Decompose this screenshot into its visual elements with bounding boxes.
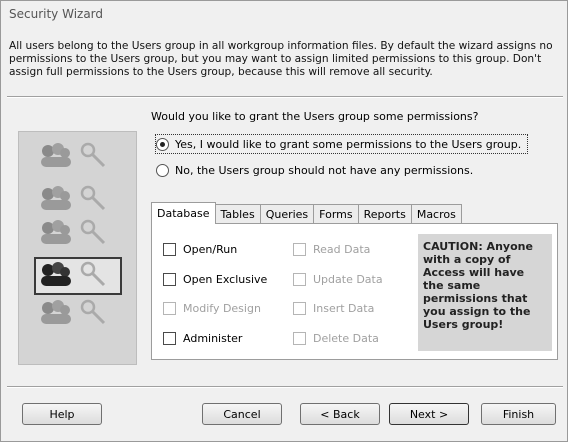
checkbox-box (293, 273, 306, 286)
user-group-icon (41, 300, 71, 324)
tab-macros[interactable]: Macros (410, 204, 462, 224)
cancel-button[interactable]: Cancel (202, 403, 282, 425)
delete-data-checkbox: Delete Data (293, 332, 379, 345)
checkbox-box[interactable] (163, 273, 176, 286)
radio-button-selected[interactable] (156, 137, 169, 151)
user-group-icon (41, 220, 71, 244)
title-bar: Security Wizard (1, 1, 567, 27)
key-icon (80, 299, 106, 325)
back-button[interactable]: < Back (300, 403, 380, 425)
insert-data-checkbox: Insert Data (293, 302, 374, 315)
key-icon (80, 219, 106, 245)
tab-queries[interactable]: Queries (259, 204, 315, 224)
read-data-checkbox: Read Data (293, 243, 370, 256)
radio-button[interactable] (156, 163, 169, 177)
permissions-question: Would you like to grant the Users group … (151, 110, 479, 123)
users-group-icon-selected (41, 262, 71, 286)
yes-option-label[interactable]: Yes, I would like to grant some permissi… (175, 138, 521, 151)
checkbox-box (293, 302, 306, 315)
modify-design-label: Modify Design (183, 302, 261, 315)
finish-button[interactable]: Finish (481, 403, 556, 425)
security-wizard-window: Security Wizard All users belong to the … (0, 0, 568, 442)
database-permissions-panel: Open/Run Open Exclusive Modify Design Ad… (151, 223, 558, 360)
user-group-icon (41, 143, 71, 167)
update-data-checkbox: Update Data (293, 273, 383, 286)
key-icon (80, 261, 106, 287)
checkbox-box[interactable] (163, 243, 176, 256)
key-icon (80, 185, 106, 211)
open-run-label: Open/Run (183, 243, 238, 256)
tab-database[interactable]: Database (151, 202, 216, 224)
open-run-checkbox[interactable]: Open/Run (163, 243, 237, 256)
user-group-icon (41, 186, 71, 210)
tab-tables[interactable]: Tables (214, 204, 261, 224)
top-divider (7, 96, 563, 98)
no-permissions-radio[interactable]: No, the Users group should not have any … (156, 161, 473, 179)
next-button[interactable]: Next > (389, 403, 469, 425)
object-type-tabs: Database Tables Queries Forms Reports Ma… (151, 202, 462, 224)
bottom-divider (7, 386, 563, 388)
administer-label: Administer (183, 332, 243, 345)
open-exclusive-checkbox[interactable]: Open Exclusive (163, 273, 267, 286)
window-title: Security Wizard (9, 7, 104, 21)
administer-checkbox[interactable]: Administer (163, 332, 242, 345)
delete-data-label: Delete Data (313, 332, 379, 345)
checkbox-box (293, 332, 306, 345)
checkbox-box[interactable] (163, 332, 176, 345)
tab-forms[interactable]: Forms (313, 204, 359, 224)
modify-design-checkbox: Modify Design (163, 302, 261, 315)
yes-grant-permissions-radio[interactable]: Yes, I would like to grant some permissi… (154, 134, 529, 154)
open-exclusive-label: Open Exclusive (183, 273, 268, 286)
intro-text: All users belong to the Users group in a… (9, 40, 553, 78)
insert-data-label: Insert Data (313, 302, 375, 315)
users-keys-graphic (18, 131, 137, 365)
caution-message: CAUTION: Anyone with a copy of Access wi… (418, 234, 552, 351)
no-option-label[interactable]: No, the Users group should not have any … (175, 164, 473, 177)
tab-reports[interactable]: Reports (357, 204, 412, 224)
checkbox-box (163, 302, 176, 315)
read-data-label: Read Data (313, 243, 371, 256)
update-data-label: Update Data (313, 273, 383, 286)
checkbox-box (293, 243, 306, 256)
help-button[interactable]: Help (22, 403, 102, 425)
key-icon (80, 142, 106, 168)
